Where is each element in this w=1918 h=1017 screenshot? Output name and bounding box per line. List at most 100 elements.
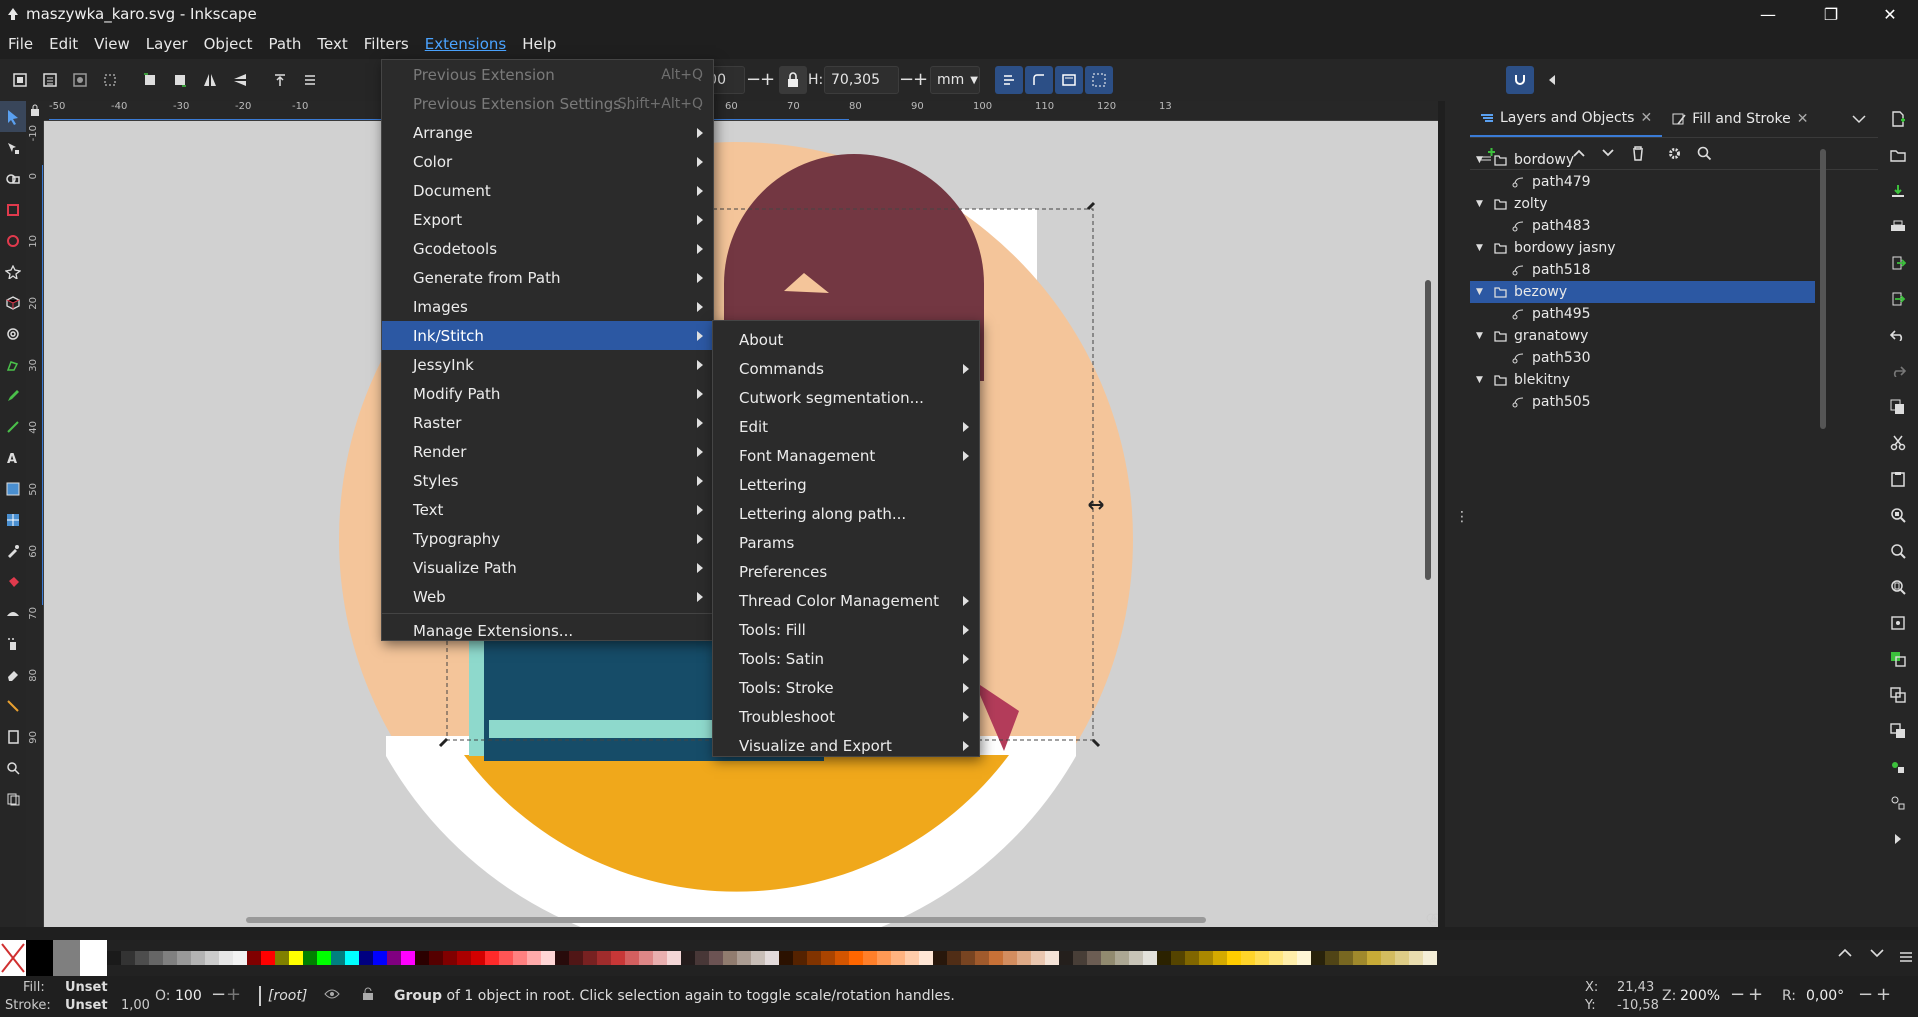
menu-item-tools-stroke[interactable]: Tools: Stroke bbox=[713, 673, 979, 702]
color-swatch[interactable] bbox=[429, 951, 443, 965]
color-swatch[interactable] bbox=[345, 951, 359, 965]
menu-edit[interactable]: Edit bbox=[41, 29, 86, 59]
color-swatch[interactable] bbox=[1031, 951, 1045, 965]
menu-item-preferences[interactable]: Preferences bbox=[713, 557, 979, 586]
color-swatch[interactable] bbox=[807, 951, 821, 965]
stroke-width-value[interactable]: 1,00 bbox=[121, 998, 150, 1013]
color-swatch[interactable] bbox=[219, 951, 233, 965]
color-swatch[interactable] bbox=[1129, 951, 1143, 965]
menu-item-troubleshoot[interactable]: Troubleshoot bbox=[713, 702, 979, 731]
color-swatch[interactable] bbox=[1045, 951, 1059, 965]
dropper-tool[interactable] bbox=[0, 535, 26, 566]
color-swatch[interactable] bbox=[331, 951, 345, 965]
color-swatch[interactable] bbox=[261, 951, 275, 965]
color-swatch[interactable] bbox=[555, 951, 569, 965]
menu-item-export[interactable]: Export bbox=[382, 205, 713, 234]
no-paint-swatch[interactable] bbox=[0, 940, 26, 976]
layer-row[interactable]: ▼ blekitny bbox=[1470, 369, 1815, 391]
scale-stroke-button[interactable] bbox=[995, 66, 1023, 94]
raise-button[interactable] bbox=[296, 66, 324, 94]
maximize-button[interactable]: ❐ bbox=[1808, 0, 1854, 29]
select-all-layers-button[interactable] bbox=[36, 66, 64, 94]
color-swatch[interactable] bbox=[583, 951, 597, 965]
color-swatch[interactable] bbox=[779, 951, 793, 965]
pencil-tool[interactable] bbox=[0, 380, 26, 411]
menu-item-color[interactable]: Color bbox=[382, 147, 713, 176]
menu-item-images[interactable]: Images bbox=[382, 292, 713, 321]
color-swatch[interactable] bbox=[387, 951, 401, 965]
shape-builder-tool[interactable] bbox=[0, 163, 26, 194]
object-row[interactable]: path495 bbox=[1470, 303, 1815, 325]
object-row[interactable]: path505 bbox=[1470, 391, 1815, 413]
zoom-center-button[interactable] bbox=[1878, 605, 1918, 641]
stroke-value[interactable]: Unset bbox=[65, 998, 108, 1013]
color-swatch[interactable] bbox=[1115, 951, 1129, 965]
color-swatch[interactable] bbox=[1143, 951, 1157, 965]
color-swatch[interactable] bbox=[1171, 951, 1185, 965]
color-swatch[interactable] bbox=[1213, 951, 1227, 965]
menu-filters[interactable]: Filters bbox=[356, 29, 417, 59]
color-swatch[interactable] bbox=[1283, 951, 1297, 965]
expand-chevron-icon[interactable]: ▼ bbox=[1476, 243, 1488, 253]
menu-text[interactable]: Text bbox=[309, 29, 355, 59]
layer-row[interactable]: ▼ bordowy jasny bbox=[1470, 237, 1815, 259]
horizontal-scrollbar[interactable] bbox=[246, 917, 1206, 923]
color-swatch[interactable] bbox=[835, 951, 849, 965]
color-swatch[interactable] bbox=[737, 951, 751, 965]
calligraphy-tool[interactable] bbox=[0, 411, 26, 442]
save-button[interactable] bbox=[1878, 173, 1918, 209]
color-swatch[interactable] bbox=[317, 951, 331, 965]
color-swatch[interactable] bbox=[919, 951, 933, 965]
dock-tab-menu-button[interactable] bbox=[1842, 101, 1878, 137]
fill-value[interactable]: Unset bbox=[65, 980, 108, 995]
color-swatch[interactable] bbox=[877, 951, 891, 965]
lock-proportions-button[interactable] bbox=[779, 66, 807, 94]
menu-item-params[interactable]: Params bbox=[713, 528, 979, 557]
color-swatch[interactable] bbox=[1255, 951, 1269, 965]
menu-item-thread-color-management[interactable]: Thread Color Management bbox=[713, 586, 979, 615]
color-swatch[interactable] bbox=[191, 951, 205, 965]
height-field[interactable]: 70,305 bbox=[824, 66, 899, 94]
menu-item-raster[interactable]: Raster bbox=[382, 408, 713, 437]
color-swatch[interactable] bbox=[653, 951, 667, 965]
color-swatch[interactable] bbox=[1227, 951, 1241, 965]
redo-button[interactable] bbox=[1878, 353, 1918, 389]
color-swatch[interactable] bbox=[625, 951, 639, 965]
color-swatch[interactable] bbox=[1241, 951, 1255, 965]
object-row[interactable]: path518 bbox=[1470, 259, 1815, 281]
opacity-minus-button[interactable]: − bbox=[211, 984, 226, 1005]
color-swatch[interactable] bbox=[569, 951, 583, 965]
color-swatch[interactable] bbox=[1269, 951, 1283, 965]
menu-item-arrange[interactable]: Arrange bbox=[382, 118, 713, 147]
rectangle-tool[interactable] bbox=[0, 194, 26, 225]
color-swatch[interactable] bbox=[415, 951, 429, 965]
select-same-button[interactable] bbox=[96, 66, 124, 94]
menu-item-gcodetools[interactable]: Gcodetools bbox=[382, 234, 713, 263]
menu-item-text[interactable]: Text bbox=[382, 495, 713, 524]
menu-item-modify-path[interactable]: Modify Path bbox=[382, 379, 713, 408]
menu-extensions[interactable]: Extensions bbox=[417, 29, 514, 59]
height-minus-button[interactable]: − bbox=[899, 69, 914, 90]
gradient-tool[interactable] bbox=[0, 473, 26, 504]
color-swatch[interactable] bbox=[26, 940, 53, 976]
minimize-button[interactable]: — bbox=[1745, 0, 1791, 29]
color-swatch[interactable] bbox=[933, 951, 947, 965]
layer-row[interactable]: ▼ bezowy bbox=[1470, 281, 1815, 303]
color-swatch[interactable] bbox=[443, 951, 457, 965]
color-swatch[interactable] bbox=[513, 951, 527, 965]
expand-chevron-icon[interactable]: ▼ bbox=[1476, 375, 1488, 385]
vertical-ruler[interactable]: -10 0 10 20 30 40 50 60 70 80 90 bbox=[26, 121, 44, 927]
paste-button[interactable] bbox=[1878, 461, 1918, 497]
color-swatch[interactable] bbox=[793, 951, 807, 965]
node-tool[interactable] bbox=[0, 132, 26, 163]
layer-visibility-toggle[interactable] bbox=[324, 987, 340, 1001]
layer-lock-toggle[interactable] bbox=[362, 987, 374, 1001]
color-swatch[interactable] bbox=[975, 951, 989, 965]
copy-button[interactable] bbox=[1878, 389, 1918, 425]
selector-tool[interactable] bbox=[0, 101, 26, 132]
color-swatch[interactable] bbox=[1325, 951, 1339, 965]
unit-select[interactable]: mm ▼ bbox=[930, 66, 980, 94]
color-swatch[interactable] bbox=[1073, 951, 1087, 965]
color-swatch[interactable] bbox=[289, 951, 303, 965]
zoom-out-button[interactable]: − bbox=[1730, 984, 1745, 1005]
